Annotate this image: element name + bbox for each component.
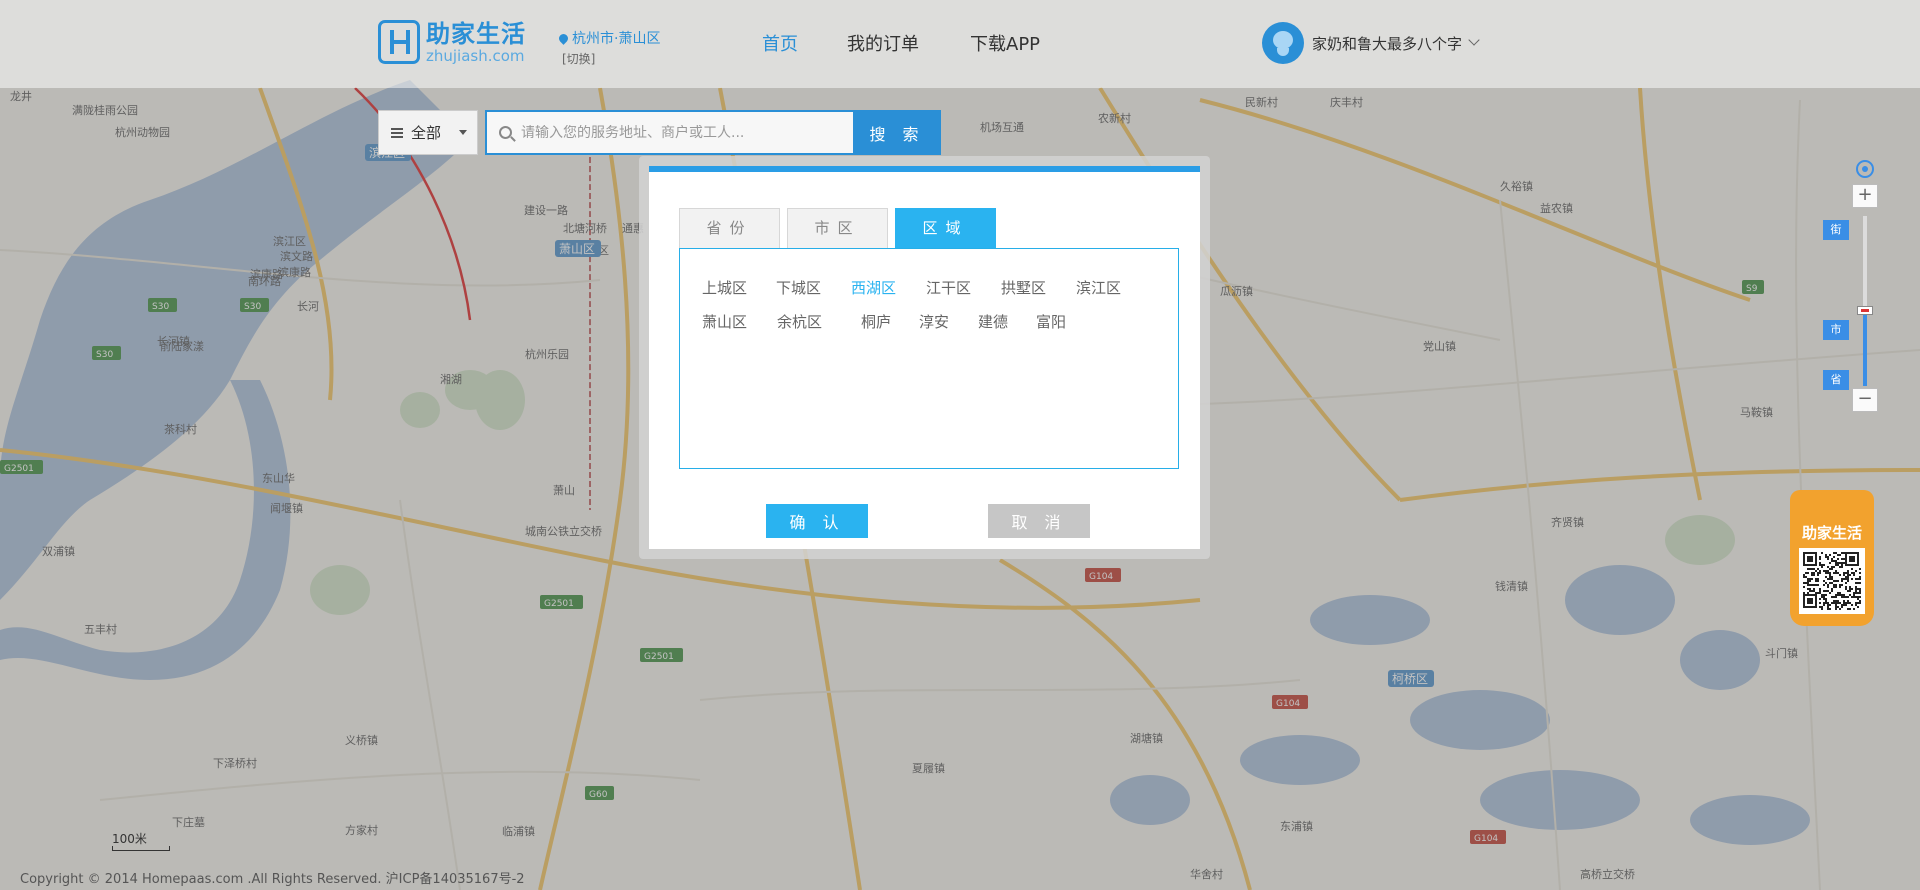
region-option[interactable]: 富阳 (1036, 311, 1066, 332)
region-option[interactable]: 淳安 (919, 311, 949, 332)
chevron-down-icon (1468, 34, 1480, 46)
list-icon (391, 127, 403, 138)
avatar (1262, 22, 1304, 64)
caret-down-icon (459, 130, 468, 135)
search-icon (499, 126, 512, 139)
map-scale-bar (112, 846, 170, 851)
zoom-in-button[interactable]: + (1852, 184, 1878, 208)
promo-title: 助家生活 (1801, 524, 1862, 542)
region-option[interactable]: 建德 (978, 311, 1008, 332)
region-option-selected[interactable]: 西湖区 (851, 277, 896, 298)
city-name: 杭州市·萧山区 (572, 31, 661, 47)
region-option[interactable]: 上城区 (702, 277, 747, 298)
region-option[interactable]: 下城区 (776, 277, 821, 298)
tab-district[interactable]: 区域 (895, 208, 996, 248)
nav-download-app[interactable]: 下载APP (970, 30, 1040, 56)
region-list: 上城区 下城区 西湖区 江干区 拱墅区 滨江区 萧山区 余杭区 桐庐 淳安 建德… (679, 248, 1179, 469)
site-logo[interactable]: 助家生活 zhujiash.com (378, 20, 526, 64)
confirm-button[interactable]: 确 认 (766, 504, 868, 538)
map-zoom-control: + − (1852, 156, 1878, 414)
search-button[interactable]: 搜 索 (853, 110, 941, 155)
region-picker-panel: 省份 市区 区域 上城区 下城区 西湖区 江干区 拱墅区 滨江区 萧山区 余杭区… (649, 166, 1200, 549)
logo-icon (378, 20, 420, 64)
tab-city[interactable]: 市区 (787, 208, 888, 248)
region-option[interactable]: 滨江区 (1076, 277, 1121, 298)
locate-icon[interactable] (1856, 160, 1874, 178)
region-option[interactable]: 拱墅区 (1001, 277, 1046, 298)
nav-home[interactable]: 首页 (762, 30, 798, 56)
zoom-slider-fill (1863, 309, 1867, 386)
region-picker-modal: 省份 市区 区域 上城区 下城区 西湖区 江干区 拱墅区 滨江区 萧山区 余杭区… (639, 156, 1210, 559)
search-box (485, 110, 853, 155)
switch-city-link[interactable]: [切换] (562, 50, 595, 67)
category-value: 全部 (411, 124, 442, 142)
current-city: 杭州市·萧山区 (557, 28, 661, 48)
tab-province[interactable]: 省份 (679, 208, 780, 248)
qr-code-icon (1799, 548, 1865, 614)
app-download-promo[interactable]: 助家生活 (1790, 490, 1874, 626)
region-option[interactable]: 江干区 (926, 277, 971, 298)
map-scale-label: 100米 (112, 832, 147, 846)
cancel-button[interactable]: 取 消 (988, 504, 1090, 538)
nav-my-orders[interactable]: 我的订单 (847, 30, 919, 56)
logo-en-text: zhujiash.com (426, 47, 525, 65)
location-pin-icon (557, 32, 570, 45)
user-menu[interactable]: 家奶和鲁大最多八个字 (1262, 22, 1480, 64)
search-input[interactable] (521, 124, 841, 141)
user-name: 家奶和鲁大最多八个字 (1312, 34, 1463, 53)
region-option[interactable]: 余杭区 (777, 311, 822, 332)
zoom-slider-handle[interactable] (1857, 305, 1873, 315)
region-option[interactable]: 桐庐 (861, 311, 891, 332)
zoom-level-province[interactable]: 省 (1823, 370, 1849, 390)
logo-cn-text: 助家生活 (426, 20, 526, 48)
site-header: 助家生活 zhujiash.com 杭州市·萧山区 [切换] 首页 我的订单 下… (0, 0, 1920, 88)
category-select[interactable]: 全部 (378, 110, 478, 155)
zoom-level-city[interactable]: 市 (1823, 320, 1849, 340)
region-option[interactable]: 萧山区 (702, 311, 747, 332)
zoom-out-button[interactable]: − (1852, 388, 1878, 412)
zoom-level-street[interactable]: 街 (1823, 220, 1849, 240)
copyright-text: Copyright © 2014 Homepaas.com .All Right… (20, 872, 525, 887)
